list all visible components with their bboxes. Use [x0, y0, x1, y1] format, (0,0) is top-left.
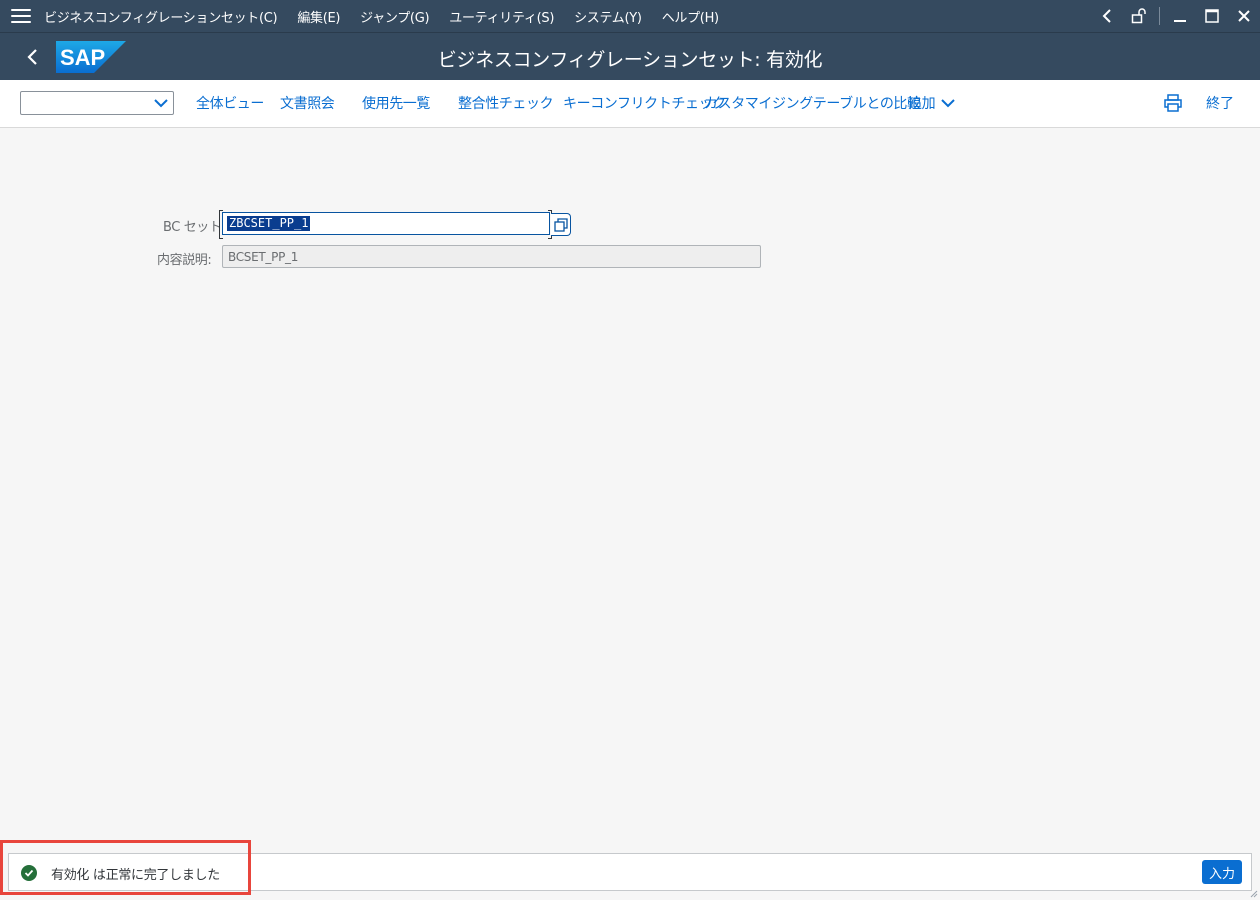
shell-header: SAP ビジネスコンフィグレーションセット: 有効化 — [0, 32, 1260, 81]
command-field[interactable] — [20, 91, 174, 115]
command-input[interactable] — [24, 93, 153, 115]
document-display-button[interactable]: 文書照会 — [280, 93, 335, 113]
success-check-icon — [21, 865, 37, 881]
menu-item-bc-set[interactable]: ビジネスコンフィグレーションセット(C) — [44, 7, 278, 26]
menu-items: ビジネスコンフィグレーションセット(C) 編集(E) ジャンプ(G) ユーティリ… — [44, 7, 739, 26]
application-toolbar: 全体ビュー 文書照会 使用先一覧 整合性チェック キーコンフリクトチェック カス… — [0, 80, 1260, 128]
bc-set-value: ZBCSET_PP_1 — [227, 216, 311, 231]
menu-item-utilities[interactable]: ユーティリティ(S) — [449, 7, 554, 26]
hamburger-menu-icon[interactable] — [11, 0, 31, 32]
menu-item-edit[interactable]: 編集(E) — [297, 7, 340, 26]
more-button[interactable]: 追加 — [908, 93, 955, 113]
chevron-left-icon[interactable] — [1091, 0, 1123, 32]
chevron-down-icon — [941, 99, 955, 108]
window-controls — [1091, 0, 1260, 32]
menu-item-system[interactable]: システム(Y) — [574, 7, 642, 26]
more-button-label: 追加 — [908, 96, 936, 112]
status-message[interactable]: 有効化 は正常に完了しました — [51, 864, 220, 883]
window-controls-divider — [1159, 7, 1160, 25]
minimize-icon[interactable] — [1164, 0, 1196, 32]
menu-item-help[interactable]: ヘルプ(H) — [662, 7, 719, 26]
close-icon[interactable] — [1228, 0, 1260, 32]
consistency-check-button[interactable]: 整合性チェック — [458, 93, 554, 113]
where-used-list-button[interactable]: 使用先一覧 — [362, 93, 430, 113]
unlock-icon[interactable] — [1123, 0, 1155, 32]
print-icon[interactable] — [1164, 94, 1182, 116]
value-help-button[interactable] — [551, 213, 571, 236]
status-bar: 有効化 は正常に完了しました 入力 — [8, 853, 1252, 891]
bc-set-label: BC セット: — [163, 220, 226, 235]
chevron-down-icon[interactable] — [152, 95, 170, 111]
resize-grip-icon[interactable] — [1250, 890, 1258, 898]
full-view-button[interactable]: 全体ビュー — [196, 93, 264, 113]
key-conflict-check-button[interactable]: キーコンフリクトチェック — [563, 93, 726, 113]
description-label: 内容説明: — [157, 253, 212, 268]
menu-bar: ビジネスコンフィグレーションセット(C) 編集(E) ジャンプ(G) ユーティリ… — [0, 0, 1260, 32]
menu-item-goto[interactable]: ジャンプ(G) — [360, 7, 429, 26]
compare-customizing-tables-button[interactable]: カスタマイジングテーブルとの比較 — [704, 93, 921, 113]
bc-set-input[interactable]: ZBCSET_PP_1 — [222, 212, 550, 235]
enter-button[interactable]: 入力 — [1202, 860, 1242, 884]
page-title: ビジネスコンフィグレーションセット: 有効化 — [437, 49, 823, 71]
description-field: BCSET_PP_1 — [222, 245, 761, 268]
exit-button[interactable]: 終了 — [1206, 93, 1234, 113]
maximize-icon[interactable] — [1196, 0, 1228, 32]
value-help-icon — [553, 217, 568, 232]
